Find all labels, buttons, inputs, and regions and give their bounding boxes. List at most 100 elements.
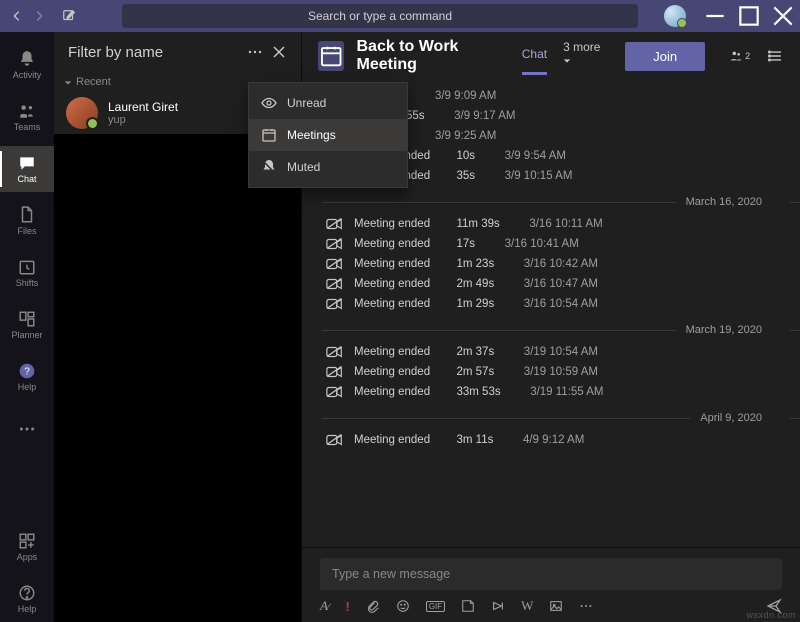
- teams-icon: [18, 102, 36, 120]
- date-label: March 16, 2020: [686, 196, 780, 208]
- join-button[interactable]: Join: [625, 42, 705, 71]
- camera-off-icon: [326, 345, 344, 359]
- help-circle-icon: ?: [18, 362, 36, 380]
- compose-input[interactable]: Type a new message: [320, 558, 782, 590]
- dropdown-item-unread[interactable]: Unread: [249, 87, 407, 119]
- tab-chat[interactable]: Chat: [522, 47, 547, 65]
- meeting-ended-row: Meeting ended 3m 11s 4/9 9:12 AM: [322, 430, 800, 450]
- attach-icon[interactable]: [366, 599, 380, 613]
- meeting-timestamp: 3/19 10:54 AM: [524, 346, 598, 358]
- rail-label: Shifts: [16, 278, 39, 288]
- conversation-title: Back to Work Meeting: [356, 38, 503, 74]
- rail-files[interactable]: Files: [0, 198, 54, 244]
- meeting-timestamp: 3/19 10:59 AM: [524, 366, 598, 378]
- chevron-down-icon: [64, 78, 72, 86]
- camera-off-icon: [326, 237, 344, 251]
- minimize-button[interactable]: [702, 3, 728, 29]
- search-input[interactable]: Search or type a command: [122, 4, 638, 28]
- meeting-text: Meeting ended: [354, 346, 430, 358]
- meeting-text: Meeting ended: [354, 238, 430, 250]
- files-icon: [18, 206, 36, 224]
- compose-icon[interactable]: [62, 9, 76, 23]
- dropdown-item-meetings[interactable]: Meetings: [249, 119, 407, 151]
- meeting-ended-row: Meeting ended 1m 23s 3/16 10:42 AM: [322, 254, 800, 274]
- date-divider: March 16, 2020: [322, 196, 800, 208]
- rail-help-alt[interactable]: ? Help: [0, 354, 54, 400]
- conversation-header: Back to Work Meeting Chat 3 more Join 2: [302, 32, 800, 80]
- meeting-duration: 2m 57s: [456, 366, 494, 378]
- meeting-timestamp: 3/16 10:47 AM: [524, 278, 598, 290]
- rail-activity[interactable]: Activity: [0, 42, 54, 88]
- meeting-ended-row: Meeting ended 33m 53s 3/19 11:55 AM: [322, 382, 800, 402]
- meeting-duration: 2m 49s: [456, 278, 494, 290]
- meeting-timestamp: 3/16 10:41 AM: [505, 238, 579, 250]
- important-icon[interactable]: !: [345, 599, 349, 614]
- gif-icon[interactable]: GIF: [426, 601, 445, 612]
- chevron-down-icon: [563, 54, 571, 62]
- rail-label: Teams: [14, 122, 41, 132]
- dropdown-label: Unread: [287, 96, 326, 110]
- eye-icon: [261, 95, 277, 111]
- rail-label: Chat: [17, 174, 36, 184]
- chat-list-blank-area: [54, 134, 301, 622]
- tab-more[interactable]: 3 more: [563, 40, 601, 72]
- sticker-icon[interactable]: [461, 599, 475, 613]
- participants-count: 2: [745, 51, 750, 61]
- meeting-duration: 33m 53s: [456, 386, 500, 398]
- rail-help[interactable]: Help: [0, 576, 54, 622]
- attribution: wsxdn.com: [746, 610, 796, 620]
- meeting-timestamp: 3/9 9:17 AM: [454, 110, 515, 122]
- meeting-ended-row: Meeting ended 17s 3/16 10:41 AM: [322, 234, 800, 254]
- people-icon: [729, 49, 743, 63]
- wiki-icon[interactable]: W: [521, 598, 533, 614]
- meeting-text: Meeting ended: [354, 278, 430, 290]
- back-icon[interactable]: [10, 9, 24, 23]
- meeting-text: Meeting ended: [354, 258, 430, 270]
- rail-apps[interactable]: Apps: [0, 524, 54, 570]
- more-icon: [18, 420, 36, 438]
- conversation-tabs: Chat 3 more: [522, 40, 602, 72]
- close-filter-icon[interactable]: [271, 44, 287, 60]
- rail-label: Planner: [11, 330, 42, 340]
- participants-badge[interactable]: 2: [729, 49, 750, 63]
- camera-off-icon: [326, 385, 344, 399]
- svg-text:?: ?: [24, 366, 30, 377]
- emoji-icon[interactable]: [396, 599, 410, 613]
- meeting-duration: 35s: [456, 170, 475, 182]
- camera-off-icon: [326, 257, 344, 271]
- close-window-button[interactable]: [770, 3, 796, 29]
- meeting-duration: 3m 11s: [456, 434, 493, 446]
- camera-off-icon: [326, 433, 344, 447]
- format-icon[interactable]: A⁄: [320, 598, 329, 614]
- meeting-duration: 11m 39s: [456, 218, 499, 230]
- meeting-timestamp: 3/9 9:09 AM: [435, 90, 496, 102]
- rail-chat[interactable]: Chat: [0, 146, 54, 192]
- rail-label: Apps: [17, 552, 38, 562]
- bell-icon: [18, 50, 36, 68]
- rail-teams[interactable]: Teams: [0, 94, 54, 140]
- forward-icon[interactable]: [32, 9, 46, 23]
- rail-label: Help: [18, 382, 37, 392]
- avatar: [66, 97, 98, 129]
- dropdown-item-muted[interactable]: Muted: [249, 151, 407, 183]
- stream-icon[interactable]: [491, 599, 505, 613]
- meeting-calendar-icon: [318, 41, 344, 71]
- chat-list-header: Filter by name: [54, 32, 301, 72]
- rail-more[interactable]: [0, 406, 54, 452]
- rail-label: Activity: [13, 70, 42, 80]
- maximize-button[interactable]: [736, 3, 762, 29]
- more-options-icon[interactable]: [247, 44, 263, 60]
- current-user-avatar[interactable]: [664, 5, 686, 27]
- planner-icon: [18, 310, 36, 328]
- list-view-icon[interactable]: [768, 47, 784, 65]
- meeting-text: Meeting ended: [354, 218, 430, 230]
- date-label: March 19, 2020: [686, 324, 780, 336]
- rail-planner[interactable]: Planner: [0, 302, 54, 348]
- date-divider: April 9, 2020: [322, 412, 800, 424]
- meeting-ended-row: Meeting ended 2m 49s 3/16 10:47 AM: [322, 274, 800, 294]
- more-tools-icon[interactable]: [579, 599, 593, 613]
- meeting-ended-row: Meeting ended 1m 29s 3/16 10:54 AM: [322, 294, 800, 314]
- rail-shifts[interactable]: Shifts: [0, 250, 54, 296]
- filter-title[interactable]: Filter by name: [68, 44, 239, 61]
- image-icon[interactable]: [549, 599, 563, 613]
